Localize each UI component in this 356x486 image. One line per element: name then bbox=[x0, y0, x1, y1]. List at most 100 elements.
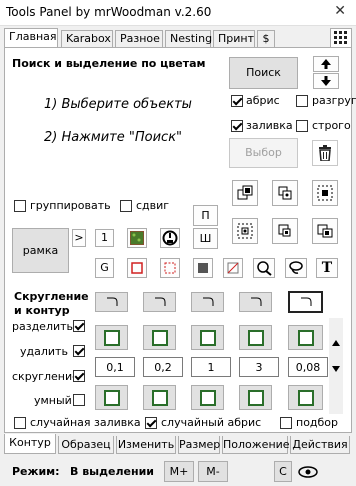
align-tool-4[interactable] bbox=[232, 218, 258, 244]
corner-icon bbox=[106, 297, 117, 306]
random-fill-label: случайная заливка bbox=[30, 416, 141, 429]
strict-label: строго bbox=[312, 119, 351, 132]
w-button[interactable]: Ш bbox=[193, 228, 218, 249]
align-icon bbox=[237, 185, 253, 200]
tab-size[interactable]: Размер bbox=[178, 436, 220, 454]
corner-btn-3[interactable] bbox=[191, 292, 224, 312]
frame-button[interactable]: рамка bbox=[12, 228, 69, 273]
contour-btn-9[interactable] bbox=[239, 385, 272, 410]
clear-button[interactable]: C bbox=[274, 461, 292, 482]
ungroup-checkbox[interactable] bbox=[296, 95, 308, 107]
memory-plus-button[interactable]: M+ bbox=[164, 461, 194, 482]
red-square-icon bbox=[131, 262, 143, 274]
close-button[interactable]: ✕ bbox=[334, 3, 346, 19]
contour-btn-2[interactable] bbox=[143, 325, 176, 350]
gauge-button[interactable] bbox=[160, 228, 180, 248]
contour-btn-4[interactable] bbox=[239, 325, 272, 350]
outline-checkbox[interactable] bbox=[231, 95, 243, 107]
no-fill-icon bbox=[227, 262, 239, 274]
eye-icon[interactable] bbox=[298, 464, 318, 480]
tab-main[interactable]: Главная bbox=[4, 28, 58, 48]
mode-label: Режим: bbox=[12, 465, 60, 478]
align-tool-1[interactable] bbox=[232, 180, 258, 206]
contour-btn-6[interactable] bbox=[95, 385, 128, 410]
move-up-button[interactable] bbox=[313, 56, 339, 72]
red-dashed-frame-button[interactable] bbox=[160, 258, 180, 278]
step-2-text: 2) Нажмите "Поиск" bbox=[44, 130, 183, 145]
tab-position[interactable]: Положение bbox=[222, 436, 290, 454]
arrow-up-icon bbox=[321, 59, 331, 69]
tab-print[interactable]: Принт bbox=[213, 30, 255, 48]
arrange-icon bbox=[317, 224, 333, 238]
contour-icon bbox=[247, 389, 264, 406]
move-down-button[interactable] bbox=[313, 73, 339, 89]
random-fill-checkbox[interactable] bbox=[14, 417, 26, 429]
select-button[interactable]: Выбор bbox=[229, 138, 298, 168]
zoom-button[interactable] bbox=[253, 258, 275, 278]
value-field-5[interactable]: 0,08 bbox=[288, 357, 328, 377]
corner-btn-5[interactable] bbox=[288, 291, 323, 313]
value-field-4[interactable]: 3 bbox=[239, 357, 279, 377]
p-button[interactable]: П bbox=[193, 205, 218, 226]
memory-minus-button[interactable]: M- bbox=[198, 461, 228, 482]
align-tool-3[interactable] bbox=[312, 180, 338, 206]
contour-btn-7[interactable] bbox=[143, 385, 176, 410]
group-checkbox[interactable] bbox=[14, 200, 26, 212]
tab-sample[interactable]: Образец bbox=[58, 436, 114, 454]
scroll-up-icon[interactable] bbox=[332, 340, 340, 346]
grid-icon bbox=[334, 31, 347, 44]
align-tool-5[interactable] bbox=[272, 218, 298, 244]
tab-actions[interactable]: Действия bbox=[290, 436, 350, 454]
contour-btn-8[interactable] bbox=[191, 385, 224, 410]
fit-checkbox[interactable] bbox=[280, 417, 292, 429]
align-tool-6[interactable] bbox=[312, 218, 338, 244]
corner-btn-2[interactable] bbox=[143, 292, 176, 312]
round-checkbox[interactable] bbox=[73, 370, 85, 382]
contour-btn-5[interactable] bbox=[288, 325, 323, 350]
contour-btn-10[interactable] bbox=[288, 385, 323, 410]
shift-checkbox[interactable] bbox=[120, 200, 132, 212]
dotted-frame-icon bbox=[317, 185, 333, 201]
value-field-1[interactable]: 0,1 bbox=[95, 357, 135, 377]
trash-button[interactable] bbox=[312, 140, 338, 166]
frame-more-button[interactable]: > bbox=[72, 229, 86, 247]
smart-checkbox[interactable] bbox=[73, 394, 85, 406]
lasso-icon bbox=[289, 261, 303, 274]
value-field-2[interactable]: 0,2 bbox=[143, 357, 183, 377]
contour-btn-3[interactable] bbox=[191, 325, 224, 350]
lasso-button[interactable] bbox=[285, 258, 307, 278]
search-button[interactable]: Поиск bbox=[229, 57, 298, 89]
tab-nesting[interactable]: Nesting bbox=[165, 30, 212, 48]
delete-checkbox[interactable] bbox=[73, 345, 85, 357]
g-button[interactable]: G bbox=[95, 258, 114, 278]
separate-checkbox[interactable] bbox=[73, 320, 85, 332]
contour-btn-1[interactable] bbox=[95, 325, 128, 350]
corner-icon bbox=[202, 297, 213, 306]
corner-btn-4[interactable] bbox=[239, 292, 272, 312]
fill-square-button[interactable] bbox=[193, 258, 213, 278]
scroll-down-icon[interactable] bbox=[332, 366, 340, 372]
tab-dollar[interactable]: $ bbox=[257, 30, 275, 48]
green-texture-button[interactable] bbox=[127, 228, 147, 248]
contour-icon bbox=[199, 389, 216, 406]
dashed-square-icon bbox=[164, 262, 176, 274]
tab-contour[interactable]: Контур bbox=[4, 434, 56, 454]
value-field-3[interactable]: 1 bbox=[191, 357, 231, 377]
red-frame-button[interactable] bbox=[127, 258, 147, 278]
status-bar: Режим: В выделении M+ M- C bbox=[0, 459, 356, 486]
fill-checkbox[interactable] bbox=[231, 120, 243, 132]
corner-icon bbox=[300, 297, 311, 306]
no-fill-button[interactable] bbox=[223, 258, 243, 278]
grid-menu-button[interactable] bbox=[330, 28, 352, 48]
text-tool-button[interactable]: T bbox=[316, 258, 338, 278]
frame-one-button[interactable]: 1 bbox=[95, 229, 114, 247]
random-outline-checkbox[interactable] bbox=[145, 417, 157, 429]
align-tool-2[interactable] bbox=[272, 180, 298, 206]
corner-btn-1[interactable] bbox=[95, 292, 128, 312]
strict-checkbox[interactable] bbox=[296, 120, 308, 132]
tab-misc[interactable]: Разное bbox=[115, 30, 163, 48]
tab-karabox[interactable]: Karabox bbox=[61, 30, 113, 48]
tab-edit[interactable]: Изменить bbox=[116, 436, 176, 454]
scrollbar[interactable] bbox=[329, 318, 343, 414]
step-1-text: 1) Выберите объекты bbox=[44, 97, 192, 112]
